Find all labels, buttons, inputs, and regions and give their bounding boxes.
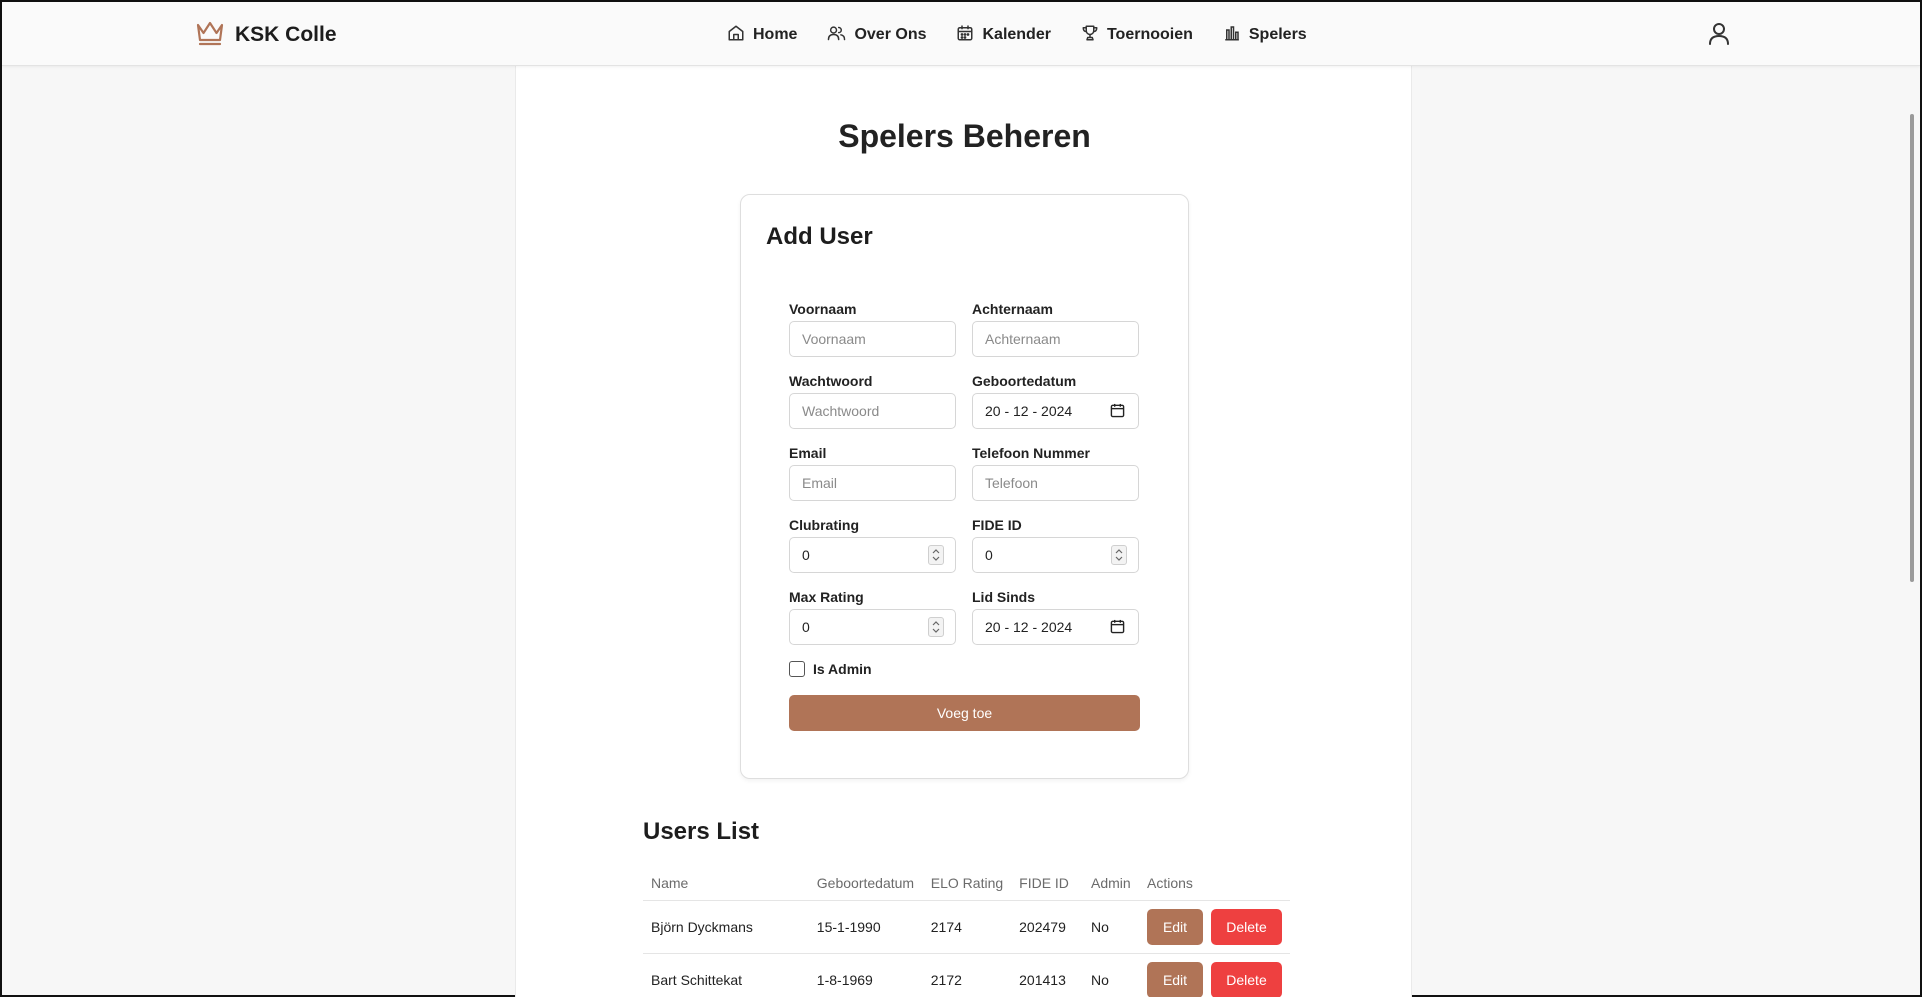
fide-id-field: FIDE ID: [972, 517, 1139, 573]
max-rating-field: Max Rating: [789, 589, 956, 645]
calendar-picker-icon[interactable]: [1110, 619, 1125, 634]
voeg-toe-button[interactable]: Voeg toe: [789, 695, 1140, 731]
main-nav: Home Over Ons Kalender Toernooien Speler…: [727, 20, 1307, 50]
nav-toernooien[interactable]: Toernooien: [1081, 24, 1193, 47]
column-header-geboortedatum: Geboortedatum: [808, 866, 923, 901]
max-rating-stepper[interactable]: [928, 617, 944, 637]
fide-id-stepper[interactable]: [1111, 545, 1127, 565]
user-geboortedatum: 15-1-1990: [808, 900, 923, 954]
column-header-name: Name: [643, 866, 809, 901]
wachtwoord-input[interactable]: [789, 393, 956, 429]
nav-home[interactable]: Home: [727, 24, 797, 47]
user-geboortedatum: 1-8-1969: [808, 953, 923, 997]
nav-spelers[interactable]: Spelers: [1223, 24, 1307, 47]
is-admin-checkbox[interactable]: [789, 661, 805, 677]
table-row: Bart Schittekat 1-8-1969 2172 201413 No …: [643, 953, 1290, 997]
table-row: Björn Dyckmans 15-1-1990 2174 202479 No …: [643, 900, 1290, 954]
home-icon: [727, 24, 745, 47]
brand-name: KSK Colle: [235, 23, 337, 46]
voornaam-input[interactable]: [789, 321, 956, 357]
column-header-elo: ELO Rating: [922, 866, 1012, 901]
geboortedatum-label: Geboortedatum: [972, 373, 1077, 389]
main-panel: Spelers Beheren Add User Voornaam Achter…: [515, 66, 1412, 997]
page-scrollbar[interactable]: [1910, 114, 1914, 582]
is-admin-label: Is Admin: [813, 661, 872, 677]
nav-spelers-label: Spelers: [1248, 26, 1307, 43]
add-user-title: Add User: [766, 223, 873, 250]
telefoon-label: Telefoon Nummer: [972, 445, 1090, 461]
wachtwoord-label: Wachtwoord: [789, 373, 873, 389]
calendar-picker-icon[interactable]: [1110, 403, 1125, 418]
edit-button[interactable]: Edit: [1147, 908, 1203, 945]
bar-chart-icon: [1223, 24, 1241, 47]
clubrating-label: Clubrating: [789, 517, 859, 533]
nav-kalender[interactable]: Kalender: [956, 24, 1051, 47]
user-elo: 2172: [922, 953, 1012, 997]
add-user-card: Add User Voornaam Achternaam Wachtwoord …: [740, 194, 1189, 779]
nav-over-ons-label: Over Ons: [854, 26, 927, 43]
nav-kalender-label: Kalender: [982, 26, 1051, 43]
column-header-admin: Admin: [1082, 866, 1139, 901]
wachtwoord-field: Wachtwoord: [789, 373, 956, 429]
user-actions: Edit Delete: [1139, 953, 1290, 997]
max-rating-label: Max Rating: [789, 589, 864, 605]
email-input[interactable]: [789, 465, 956, 501]
users-icon: [827, 24, 846, 47]
lid-sinds-label: Lid Sinds: [972, 589, 1035, 605]
user-elo: 2174: [922, 900, 1012, 954]
column-header-fide: FIDE ID: [1011, 866, 1083, 901]
edit-button[interactable]: Edit: [1147, 961, 1203, 997]
clubrating-field: Clubrating: [789, 517, 956, 573]
user-icon: [1708, 23, 1730, 50]
page-title: Spelers Beheren: [838, 118, 1091, 154]
clubrating-stepper[interactable]: [928, 545, 944, 565]
achternaam-field: Achternaam: [972, 301, 1139, 357]
telefoon-input[interactable]: [972, 465, 1139, 501]
crown-icon: [195, 20, 225, 51]
user-fide: 202479: [1011, 900, 1083, 954]
geboortedatum-field: Geboortedatum: [972, 373, 1139, 429]
nav-toernooien-label: Toernooien: [1106, 26, 1193, 43]
nav-over-ons[interactable]: Over Ons: [827, 24, 926, 47]
nav-home-label: Home: [753, 26, 798, 43]
trophy-icon: [1081, 24, 1099, 47]
user-fide: 201413: [1011, 953, 1083, 997]
table-header-row: Name Geboortedatum ELO Rating FIDE ID Ad…: [643, 866, 1290, 901]
account-button[interactable]: [1708, 22, 1734, 48]
users-table: Name Geboortedatum ELO Rating FIDE ID Ad…: [643, 866, 1290, 997]
email-label: Email: [789, 445, 827, 461]
user-admin: No: [1082, 900, 1139, 954]
users-list-title: Users List: [643, 818, 760, 845]
telefoon-field: Telefoon Nummer: [972, 445, 1139, 501]
voornaam-field: Voornaam: [789, 301, 956, 357]
column-header-actions: Actions: [1139, 866, 1290, 901]
email-field: Email: [789, 445, 956, 501]
fide-id-label: FIDE ID: [972, 517, 1022, 533]
user-name: Bart Schittekat: [643, 953, 809, 997]
lid-sinds-field: Lid Sinds: [972, 589, 1139, 645]
brand-link[interactable]: KSK Colle: [195, 20, 337, 50]
achternaam-input[interactable]: [972, 321, 1139, 357]
user-name: Björn Dyckmans: [643, 900, 809, 954]
calendar-icon: [956, 24, 974, 47]
user-actions: Edit Delete: [1139, 900, 1290, 954]
voornaam-label: Voornaam: [789, 301, 857, 317]
user-admin: No: [1082, 953, 1139, 997]
delete-button[interactable]: Delete: [1211, 961, 1282, 997]
delete-button[interactable]: Delete: [1211, 908, 1282, 945]
is-admin-row: Is Admin: [789, 661, 872, 677]
top-navbar: KSK Colle Home Over Ons Kalender Toernoo…: [2, 2, 1920, 66]
achternaam-label: Achternaam: [972, 301, 1053, 317]
